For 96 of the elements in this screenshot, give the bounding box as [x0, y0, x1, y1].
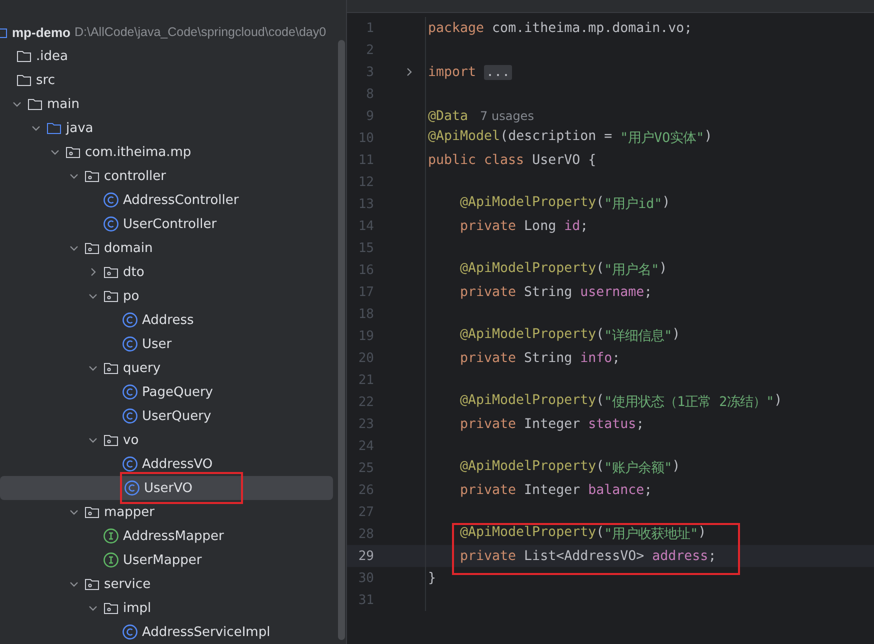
tree-item[interactable]: main [0, 92, 333, 116]
tree-item[interactable]: AddressServiceImpl [0, 620, 333, 644]
folder-icon [16, 72, 32, 88]
tree-item[interactable]: UserQuery [0, 404, 333, 428]
code-line: @ApiModelProperty("用户收获地址") [459, 525, 706, 543]
interface-icon [103, 528, 119, 544]
class-icon [124, 480, 140, 496]
item-label: impl [123, 600, 152, 616]
code-line: private List<AddressVO> address; [459, 548, 716, 564]
package-folder-icon [84, 168, 100, 184]
class-icon [122, 624, 138, 640]
package-folder-icon [103, 288, 119, 304]
line-number: 29 [357, 548, 374, 564]
class-icon [122, 312, 138, 328]
item-label: service [104, 576, 151, 592]
item-label: .idea [36, 48, 68, 64]
tree-item[interactable]: UserMapper [0, 548, 333, 572]
item-label: com.itheima.mp [85, 144, 192, 160]
item-label: src [36, 72, 55, 88]
item-label: main [47, 96, 80, 112]
item-label: dto [123, 264, 144, 280]
code-line: @Data 7 usages [427, 108, 534, 124]
folder-icon [27, 96, 43, 112]
class-icon [103, 216, 119, 232]
item-label: query [123, 360, 161, 376]
code-line: @ApiModelProperty("账户余额") [459, 459, 680, 477]
code-line: @ApiModelProperty("用户id") [459, 195, 670, 213]
tree-item[interactable]: java [0, 116, 333, 140]
class-icon [122, 456, 138, 472]
code-line: public class UserVO { [427, 152, 596, 168]
code-line: private Long id; [459, 218, 588, 234]
package-folder-icon [84, 240, 100, 256]
item-label: java [66, 120, 94, 136]
tree-item[interactable]: Address [0, 308, 333, 332]
tree-item[interactable]: mapper [0, 500, 333, 524]
tree-item[interactable]: PageQuery [0, 380, 333, 404]
class-icon [103, 192, 119, 208]
tree-item[interactable]: service [0, 572, 333, 596]
item-label: User [142, 336, 172, 352]
class-icon [122, 384, 138, 400]
tree-item[interactable]: UserController [0, 212, 333, 236]
package-folder-icon [103, 360, 119, 376]
item-label: UserVO [144, 480, 193, 496]
interface-icon [103, 552, 119, 568]
code-line: import ... [427, 64, 512, 80]
item-label: AddressMapper [123, 528, 224, 544]
item-label: po [123, 288, 140, 304]
item-label: domain [104, 240, 153, 256]
project-name: mp-demo [12, 24, 70, 40]
class-icon [122, 408, 138, 424]
code-line: @ApiModel(description = "用户VO实体") [427, 129, 712, 147]
tree-item[interactable]: po [0, 284, 333, 308]
item-label: AddressController [123, 192, 239, 208]
tree-item[interactable]: domain [0, 236, 333, 260]
tree-item[interactable]: impl [0, 596, 333, 620]
tree-item[interactable]: src [0, 68, 333, 92]
item-label: Address [142, 312, 194, 328]
tree-item[interactable]: query [0, 356, 333, 380]
item-label: vo [123, 432, 139, 448]
tree-item[interactable]: AddressController [0, 188, 333, 212]
code-line: private Integer balance; [459, 482, 652, 498]
code-line: private Integer status; [459, 416, 644, 432]
package-folder-icon [103, 264, 119, 280]
class-icon [122, 336, 138, 352]
package-folder-icon [103, 600, 119, 616]
code-line: } [427, 570, 436, 586]
package-folder-icon [65, 144, 81, 160]
item-label: UserController [123, 216, 217, 232]
tree-item[interactable]: .idea [0, 44, 333, 68]
tree-item[interactable]: controller [0, 164, 333, 188]
tree-item[interactable]: User [0, 332, 333, 356]
item-label: UserMapper [123, 552, 202, 568]
tree-item[interactable]: vo [0, 428, 333, 452]
scrollbar-thumb[interactable] [338, 40, 344, 640]
item-label: AddressVO [142, 456, 213, 472]
item-label: mapper [104, 504, 154, 520]
code-line: @ApiModelProperty("详细信息") [459, 327, 680, 345]
folder-icon [46, 120, 62, 136]
project-path: D:\AllCode\java_Code\springcloud\code\day0 [74, 25, 326, 39]
code-line: @ApiModelProperty("使用状态（1正常 2冻结）") [459, 393, 782, 411]
item-label: AddressServiceImpl [142, 624, 270, 640]
code-line: package com.itheima.mp.domain.vo; [427, 20, 692, 36]
code-line: @ApiModelProperty("用户名") [459, 261, 668, 279]
folder-icon [16, 48, 32, 64]
package-folder-icon [84, 576, 100, 592]
tree-item[interactable]: dto [0, 260, 333, 284]
code-line: private String username; [459, 284, 652, 300]
tree-item[interactable]: AddressVO [0, 452, 333, 476]
code-line: private String info; [459, 350, 620, 366]
package-folder-icon [103, 432, 119, 448]
tree-item[interactable]: com.itheima.mp [0, 140, 333, 164]
item-label: PageQuery [142, 384, 213, 400]
item-label: UserQuery [142, 408, 212, 424]
package-folder-icon [84, 504, 100, 520]
item-label: controller [104, 168, 166, 184]
tree-item[interactable]: AddressMapper [0, 524, 333, 548]
